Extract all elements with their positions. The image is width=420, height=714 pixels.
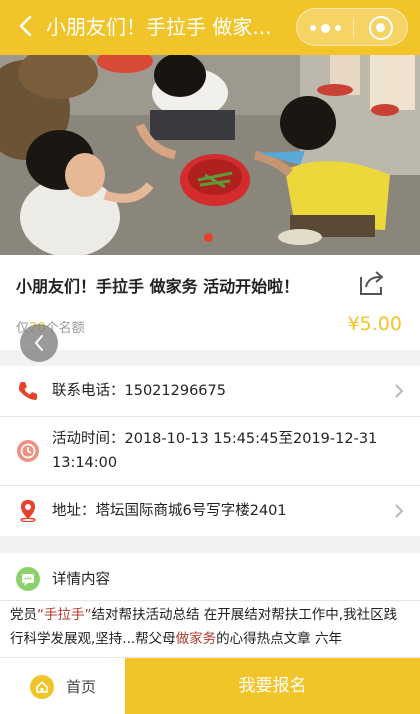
banner-image[interactable] bbox=[0, 55, 420, 255]
page-title: 小朋友们！手拉手 做家... bbox=[46, 15, 272, 39]
detail-highlight: “手拉手” bbox=[37, 607, 92, 623]
floating-back-button[interactable] bbox=[20, 324, 58, 362]
chevron-left-icon bbox=[34, 335, 43, 351]
home-button[interactable]: 首页 bbox=[0, 658, 125, 714]
detail-label: 详情内容 bbox=[52, 572, 110, 588]
detail-header: 详情内容 bbox=[0, 553, 420, 601]
bottom-bar: 首页 我要报名 bbox=[0, 657, 420, 714]
signup-button[interactable]: 我要报名 bbox=[125, 658, 420, 714]
detail-content: 党员“手拉手”结对帮扶活动总结 在开展结对帮扶工作中,我社区践行科学发展观,坚持… bbox=[0, 601, 420, 657]
chat-bubble-icon bbox=[16, 567, 40, 591]
share-icon[interactable] bbox=[356, 267, 386, 297]
location-pin-icon bbox=[20, 500, 36, 522]
detail-text: 党员 bbox=[10, 607, 37, 623]
carousel-indicator-active bbox=[204, 233, 213, 242]
clock-icon bbox=[17, 440, 39, 462]
more-dots-icon[interactable] bbox=[307, 17, 343, 39]
address-row[interactable]: 地址：塔坛国际商城6号写字楼2401 bbox=[0, 486, 420, 536]
time-text: 活动时间：2018-10-13 15:45:45至2019-12-31 13:1… bbox=[52, 431, 378, 471]
phone-text: 联系电话：15021296675 bbox=[52, 383, 226, 399]
detail-highlight: 做家务 bbox=[175, 631, 217, 647]
banner-photo bbox=[0, 55, 420, 255]
chevron-left-icon bbox=[19, 15, 32, 37]
home-label: 首页 bbox=[66, 678, 97, 696]
back-button[interactable] bbox=[10, 10, 40, 42]
navigation-bar: 小朋友们！手拉手 做家... bbox=[0, 0, 420, 55]
address-text: 地址：塔坛国际商城6号写字楼2401 bbox=[52, 503, 287, 519]
activity-title: 小朋友们！手拉手 做家务 活动开始啦！ bbox=[16, 277, 300, 296]
capsule-menu bbox=[296, 8, 408, 46]
capsule-divider bbox=[353, 19, 354, 37]
mini-program-close-icon[interactable] bbox=[369, 16, 393, 40]
phone-row[interactable]: 联系电话：15021296675 bbox=[0, 366, 420, 416]
activity-card: 小朋友们！手拉手 做家务 活动开始啦！ 仅20个名额 ¥5.00 bbox=[0, 255, 420, 350]
time-row: 活动时间：2018-10-13 15:45:45至2019-12-31 13:1… bbox=[0, 417, 420, 485]
price: ¥5.00 bbox=[347, 313, 402, 335]
chevron-right-icon bbox=[395, 504, 404, 518]
home-icon bbox=[30, 675, 54, 699]
phone-icon bbox=[19, 382, 37, 400]
chevron-right-icon bbox=[395, 384, 404, 398]
detail-text: 的心得热点文章 六年 bbox=[216, 631, 342, 647]
